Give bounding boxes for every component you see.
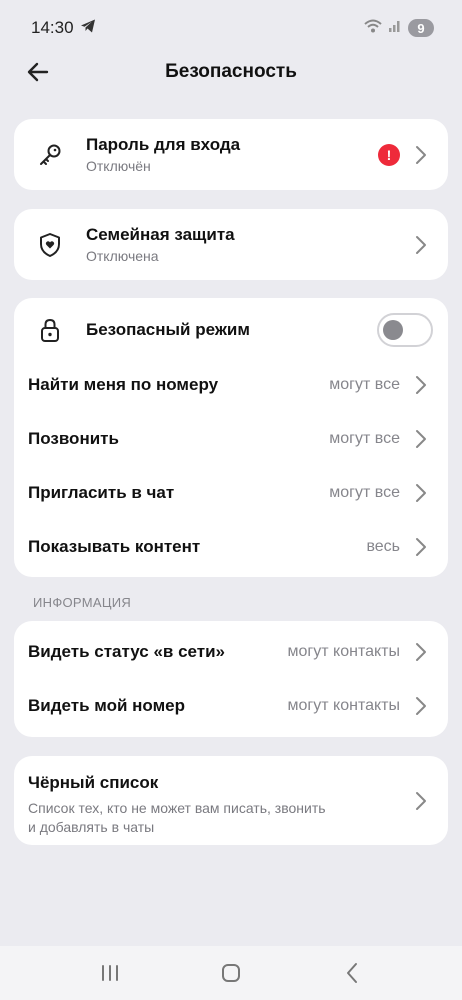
- blacklist-description: Список тех, кто не может вам писать, зво…: [28, 799, 326, 837]
- privacy-row-label: Показывать контент: [28, 537, 201, 556]
- family-protection-subtitle: Отключена: [86, 248, 159, 264]
- chevron-right-icon: [414, 790, 428, 812]
- info-card: Видеть статус «в сети» могут контакты Ви…: [14, 621, 448, 737]
- privacy-row-value: могут все: [329, 430, 400, 447]
- privacy-card: Безопасный режим Найти меня по номеру мо…: [14, 298, 448, 577]
- info-row[interactable]: Видеть мой номер могут контакты: [14, 679, 448, 733]
- app-header: Безопасность: [0, 48, 462, 96]
- privacy-row-label: Пригласить в чат: [28, 483, 175, 502]
- safe-mode-title: Безопасный режим: [86, 320, 250, 339]
- back-nav-icon: [346, 963, 357, 983]
- privacy-row-value: весь: [366, 538, 400, 555]
- page-title: Безопасность: [165, 61, 297, 82]
- login-password-card[interactable]: Пароль для входа Отключён !: [14, 119, 448, 190]
- privacy-row[interactable]: Пригласить в чат могут все: [14, 466, 448, 520]
- blacklist-title: Чёрный список: [28, 773, 159, 792]
- alert-badge: !: [378, 143, 400, 166]
- back-arrow-icon: [27, 62, 49, 82]
- toggle-knob: [383, 320, 403, 340]
- chevron-right-icon: [414, 695, 428, 717]
- status-left: 14:30: [31, 18, 96, 39]
- privacy-row-value: могут все: [329, 484, 400, 501]
- chevron-right-icon: [414, 144, 428, 166]
- back-button[interactable]: [22, 56, 54, 88]
- lock-icon: [36, 316, 64, 344]
- safe-mode-toggle[interactable]: [377, 313, 433, 347]
- family-protection-title: Семейная защита: [86, 225, 235, 244]
- chevron-right-icon: [414, 428, 428, 450]
- info-row-value: могут контакты: [287, 697, 400, 714]
- privacy-row[interactable]: Найти меня по номеру могут все: [14, 358, 448, 412]
- section-label-info: ИНФОРМАЦИЯ: [33, 595, 132, 610]
- wifi-icon: [364, 19, 382, 38]
- blacklist-row[interactable]: Чёрный список Список тех, кто не может в…: [14, 756, 448, 845]
- privacy-row-label: Позвонить: [28, 429, 119, 448]
- system-nav-bar: [0, 946, 462, 1000]
- recent-apps-icon: [102, 965, 119, 981]
- shield-heart-icon: [36, 231, 64, 259]
- info-row-label: Видеть мой номер: [28, 696, 186, 715]
- back-nav-button[interactable]: [332, 953, 372, 993]
- privacy-row-label: Найти меня по номеру: [28, 375, 219, 394]
- info-row-label: Видеть статус «в сети»: [28, 642, 225, 661]
- privacy-row[interactable]: Позвонить могут все: [14, 412, 448, 466]
- blacklist-description-line: Список тех, кто не может вам писать, зво…: [28, 800, 326, 816]
- login-password-title: Пароль для входа: [86, 135, 241, 154]
- privacy-row-value: могут все: [329, 376, 400, 393]
- chevron-right-icon: [414, 234, 428, 256]
- chevron-right-icon: [414, 536, 428, 558]
- login-password-row[interactable]: Пароль для входа Отключён !: [14, 119, 448, 190]
- family-protection-row[interactable]: Семейная защита Отключена: [14, 209, 448, 280]
- chevron-right-icon: [414, 641, 428, 663]
- privacy-row[interactable]: Показывать контент весь: [14, 520, 448, 574]
- status-right: 9: [364, 19, 434, 38]
- info-row[interactable]: Видеть статус «в сети» могут контакты: [14, 625, 448, 679]
- recent-apps-button[interactable]: [90, 953, 130, 993]
- battery-badge: 9: [408, 19, 434, 37]
- blacklist-description-line: и добавлять в чаты: [28, 819, 155, 835]
- family-protection-card[interactable]: Семейная защита Отключена: [14, 209, 448, 280]
- home-button[interactable]: [211, 953, 251, 993]
- chevron-right-icon: [414, 482, 428, 504]
- key-icon: [36, 141, 64, 169]
- chevron-right-icon: [414, 374, 428, 396]
- safe-mode-row[interactable]: Безопасный режим: [14, 304, 448, 356]
- signal-icon: [388, 19, 402, 38]
- status-time: 14:30: [31, 18, 74, 37]
- telegram-icon: [80, 18, 96, 39]
- login-password-subtitle: Отключён: [86, 158, 151, 174]
- info-row-value: могут контакты: [287, 643, 400, 660]
- blacklist-card[interactable]: Чёрный список Список тех, кто не может в…: [14, 756, 448, 845]
- home-icon: [221, 964, 240, 982]
